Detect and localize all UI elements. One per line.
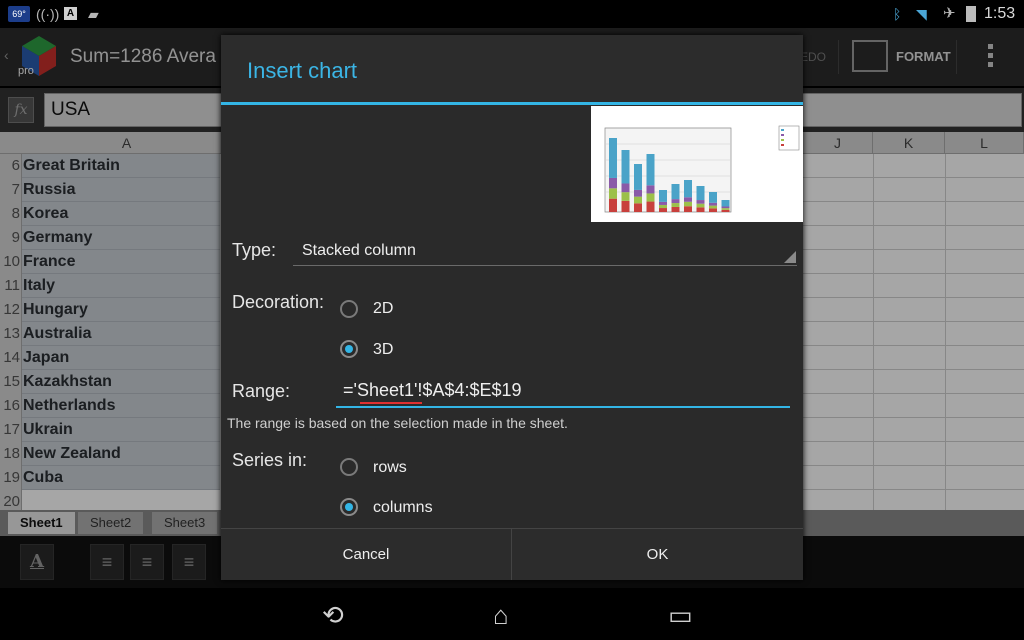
preview-bar xyxy=(696,200,705,204)
radio-rows-label[interactable]: rows xyxy=(373,459,407,477)
preview-bar xyxy=(646,185,655,194)
wifi-icon: ◥ xyxy=(916,6,927,22)
preview-bar xyxy=(646,154,655,186)
home-icon[interactable]: ⌂ xyxy=(493,600,509,631)
navigation-bar xyxy=(0,588,1024,640)
preview-bar xyxy=(709,208,717,212)
preview-bar xyxy=(634,189,642,197)
android-icon: ▰ xyxy=(88,6,99,22)
preview-bar xyxy=(671,184,680,200)
cancel-button[interactable]: Cancel xyxy=(221,529,511,580)
preview-bar xyxy=(609,188,617,199)
preview-bar xyxy=(671,203,680,207)
radio-columns-label[interactable]: columns xyxy=(373,499,433,517)
preview-bar xyxy=(621,183,630,193)
preview-bar xyxy=(646,201,655,212)
preview-bar xyxy=(721,209,730,212)
weather-icon: 69° xyxy=(8,6,30,22)
type-label: Type: xyxy=(232,240,277,260)
preview-bar xyxy=(721,208,730,210)
preview-bar xyxy=(709,192,717,203)
radio-2d-label[interactable]: 2D xyxy=(373,300,393,318)
back-icon[interactable]: ⟲ xyxy=(322,600,344,631)
clock: 1:53 xyxy=(984,5,1016,22)
preview-bar xyxy=(721,206,730,209)
ok-button[interactable]: OK xyxy=(512,529,803,580)
radio-icon: ((·)) xyxy=(36,6,60,22)
radio-3d[interactable] xyxy=(340,340,358,358)
preview-bar xyxy=(609,138,617,178)
airplane-icon: ✈ xyxy=(943,5,956,22)
preview-bar xyxy=(696,203,705,208)
bluetooth-icon: ᛒ xyxy=(893,6,902,22)
range-hint: The range is based on the selection made… xyxy=(227,415,568,431)
series-label: Series in: xyxy=(232,450,308,470)
preview-bar xyxy=(659,201,667,205)
chart-preview xyxy=(591,106,803,222)
preview-bar xyxy=(634,196,642,204)
preview-bar xyxy=(646,193,655,202)
preview-bar xyxy=(609,198,617,212)
decoration-label: Decoration: xyxy=(232,292,325,312)
dropdown-arrow-icon xyxy=(784,251,796,263)
spellcheck-underline xyxy=(360,402,422,404)
preview-bar xyxy=(709,202,717,206)
preview-bar xyxy=(609,177,617,189)
preview-bar xyxy=(684,201,692,207)
radio-columns[interactable] xyxy=(340,498,358,516)
preview-bar xyxy=(684,180,692,198)
preview-bar xyxy=(621,200,630,212)
battery-icon xyxy=(966,6,976,22)
status-bar xyxy=(0,0,1024,28)
chart-type-value: Stacked column xyxy=(302,242,416,259)
range-value: ='Sheet1'!$A$4:$E$19 xyxy=(343,380,522,400)
radio-2d[interactable] xyxy=(340,300,358,318)
preview-bar xyxy=(684,206,692,212)
a-icon: A xyxy=(64,7,77,20)
preview-bar xyxy=(696,186,705,201)
preview-bar xyxy=(621,192,630,201)
range-label: Range: xyxy=(232,381,291,401)
preview-bar xyxy=(696,207,705,212)
preview-bar xyxy=(659,190,667,202)
preview-bar xyxy=(684,197,692,202)
preview-bar xyxy=(634,164,642,190)
recent-apps-icon[interactable]: ▭ xyxy=(668,600,693,631)
preview-bar xyxy=(634,203,642,212)
preview-bar xyxy=(659,204,667,209)
radio-rows[interactable] xyxy=(340,458,358,476)
preview-bar xyxy=(621,150,630,184)
preview-bar xyxy=(659,208,667,212)
preview-bar xyxy=(721,200,730,207)
preview-bar xyxy=(671,206,680,212)
radio-3d-label[interactable]: 3D xyxy=(373,341,393,359)
preview-bar xyxy=(709,205,717,209)
dialog-title: Insert chart xyxy=(247,58,358,83)
preview-bar xyxy=(671,199,680,204)
